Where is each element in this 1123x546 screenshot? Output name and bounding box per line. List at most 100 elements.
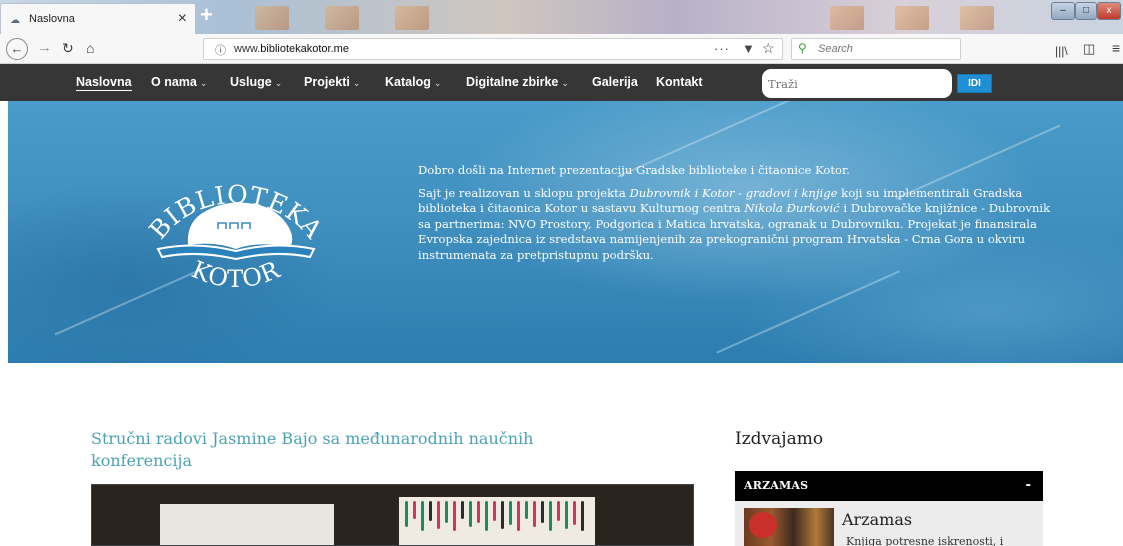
new-tab-button[interactable]: +: [200, 2, 213, 28]
pattern-stripe: [485, 501, 488, 531]
nav-item-galerija[interactable]: Galerija: [592, 75, 638, 89]
window-minimize-button[interactable]: –: [1051, 2, 1075, 20]
nav-label: Katalog: [385, 75, 431, 89]
chevron-down-icon: ⌄: [352, 78, 361, 88]
cloud-streak: [716, 270, 900, 354]
window-close-button[interactable]: x: [1097, 2, 1121, 20]
library-logo: BIBLIOTEKA KOTOR: [143, 180, 327, 293]
nav-label: Projekti: [304, 75, 350, 89]
site-search-input[interactable]: [762, 69, 952, 98]
pattern-stripe: [461, 501, 464, 519]
window-maximize-button[interactable]: □: [1075, 2, 1097, 20]
site-main-nav: Naslovna O nama ⌄ Usluge ⌄ Projekti ⌄ Katal…: [0, 64, 1123, 101]
background-tile: [325, 6, 359, 30]
bookmark-star-icon[interactable]: ☆: [762, 40, 775, 57]
tab-close-icon[interactable]: ×: [178, 10, 187, 28]
nav-item-o-nama[interactable]: O nama ⌄: [151, 75, 207, 89]
nav-label: O nama: [151, 75, 197, 89]
award-badge-icon: [749, 512, 777, 538]
pattern-stripe: [541, 501, 544, 523]
reload-icon[interactable]: ↻: [62, 39, 74, 57]
nav-label: Usluge: [230, 75, 272, 89]
chevron-down-icon: ⌄: [199, 78, 208, 88]
pattern-stripe: [501, 501, 504, 529]
pattern-stripe: [517, 501, 520, 531]
nav-item-naslovna[interactable]: Naslovna: [76, 75, 132, 91]
nav-label: Naslovna: [76, 75, 132, 89]
nav-label: Digitalne zbirke: [466, 75, 559, 89]
book-thumbnail[interactable]: [744, 508, 834, 546]
pattern-stripe: [421, 501, 424, 531]
browser-toolbar: ← → ↻ ⌂ ⓘ www.bibliotekakotor.me ··· ▼ ☆…: [0, 34, 1123, 64]
nav-item-usluge[interactable]: Usluge ⌄: [230, 75, 282, 89]
hero-welcome-text: Dobro došli na Internet prezentaciju Gra…: [418, 163, 1058, 270]
pattern-stripe: [533, 501, 536, 527]
pattern-stripe: [413, 501, 416, 519]
sidebar-toggle-icon[interactable]: ◫: [1083, 40, 1095, 58]
address-bar[interactable]: ⓘ www.bibliotekakotor.me ··· ▼ ☆: [203, 38, 783, 60]
menu-icon[interactable]: ≡: [1112, 39, 1120, 57]
paper-stack-shape: [160, 504, 334, 545]
article-image[interactable]: [91, 484, 694, 546]
search-engine-icon[interactable]: ⚲: [798, 41, 807, 55]
nav-item-projekti[interactable]: Projekti ⌄: [304, 75, 360, 89]
chevron-down-icon: ⌄: [274, 78, 283, 88]
browser-search-box[interactable]: ⚲: [791, 38, 961, 60]
pattern-stripe: [477, 501, 480, 523]
home-icon[interactable]: ⌂: [86, 39, 94, 57]
chevron-down-icon: ⌄: [561, 78, 569, 88]
pattern-stripe: [453, 501, 456, 531]
library-icon[interactable]: |||\: [1055, 42, 1068, 60]
hero-paragraph-1: Dobro došli na Internet prezentaciju Gra…: [418, 163, 850, 177]
pattern-stripe: [437, 501, 440, 529]
site-search-button[interactable]: IDI: [957, 74, 992, 93]
background-tile: [895, 6, 929, 30]
nav-label: Galerija: [592, 75, 638, 89]
featured-item-excerpt: Knjiga potresne iskrenosti, i: [846, 535, 1004, 546]
article-title-link[interactable]: Stručni radovi Jasmine Bajo sa međunarod…: [91, 428, 631, 472]
pattern-stripe: [565, 501, 568, 529]
browser-tab-active[interactable]: ☁ Naslovna ×: [0, 3, 196, 34]
pattern-stripe: [549, 501, 552, 531]
nav-item-kontakt[interactable]: Kontakt: [656, 75, 703, 89]
pattern-stripe: [573, 501, 576, 525]
pattern-stripe: [509, 501, 512, 525]
site-info-icon[interactable]: ⓘ: [215, 42, 226, 58]
nav-item-katalog[interactable]: Katalog ⌄: [385, 75, 441, 89]
back-arrow-icon[interactable]: ←: [6, 38, 28, 60]
forward-arrow-icon[interactable]: →: [37, 39, 52, 57]
background-tile: [830, 6, 864, 30]
project-name: Dubrovnik i Kotor - gradovi i knjige: [629, 185, 838, 200]
widget-title: ARZAMAS: [744, 479, 809, 492]
cloud-favicon-icon: ☁: [10, 15, 20, 26]
cultural-center-name: Nikola Đurković: [744, 201, 840, 215]
url-text: www.bibliotekakotor.me: [234, 43, 349, 55]
collapse-toggle-icon[interactable]: -: [1026, 476, 1031, 494]
tab-title: Naslovna: [29, 13, 75, 25]
browser-tab-strip: ☁ Naslovna × + – □ x: [0, 0, 1123, 34]
browser-search-input[interactable]: [818, 41, 956, 57]
featured-widget-header[interactable]: ARZAMAS -: [735, 471, 1043, 501]
pattern-stripe: [429, 501, 432, 521]
pattern-stripe: [493, 501, 496, 521]
pattern-stripe: [525, 501, 528, 519]
featured-widget-body: Arzamas Knjiga potresne iskrenosti, i: [735, 501, 1043, 546]
pattern-stripe: [405, 501, 408, 527]
pattern-stripe: [445, 501, 448, 523]
hero-text-segment: Sajt je realizovan u sklopu projekta: [418, 185, 630, 200]
nav-item-digitalne-zbirke[interactable]: Digitalne zbirke ⌄: [466, 75, 569, 89]
background-tile: [395, 6, 429, 30]
pattern-stripe: [581, 501, 584, 531]
chevron-down-icon: ⌄: [433, 78, 442, 88]
pocket-icon[interactable]: ▼: [742, 41, 755, 56]
book-cover-shape: [399, 497, 595, 545]
url-prefix: www.: [234, 43, 261, 55]
page-actions-more-icon[interactable]: ···: [714, 41, 730, 56]
hero-paragraph-2: Sajt je realizovan u sklopu projekta Dub…: [418, 186, 1058, 264]
sidebar-heading: Izdvajamo: [735, 429, 824, 449]
nav-label: Kontakt: [656, 75, 703, 89]
hero-banner: BIBLIOTEKA KOTOR Dobro došli na Internet…: [8, 101, 1123, 363]
featured-item-title[interactable]: Arzamas: [842, 510, 912, 529]
url-domain: bibliotekakotor.me: [260, 43, 349, 55]
background-tile: [255, 6, 289, 30]
